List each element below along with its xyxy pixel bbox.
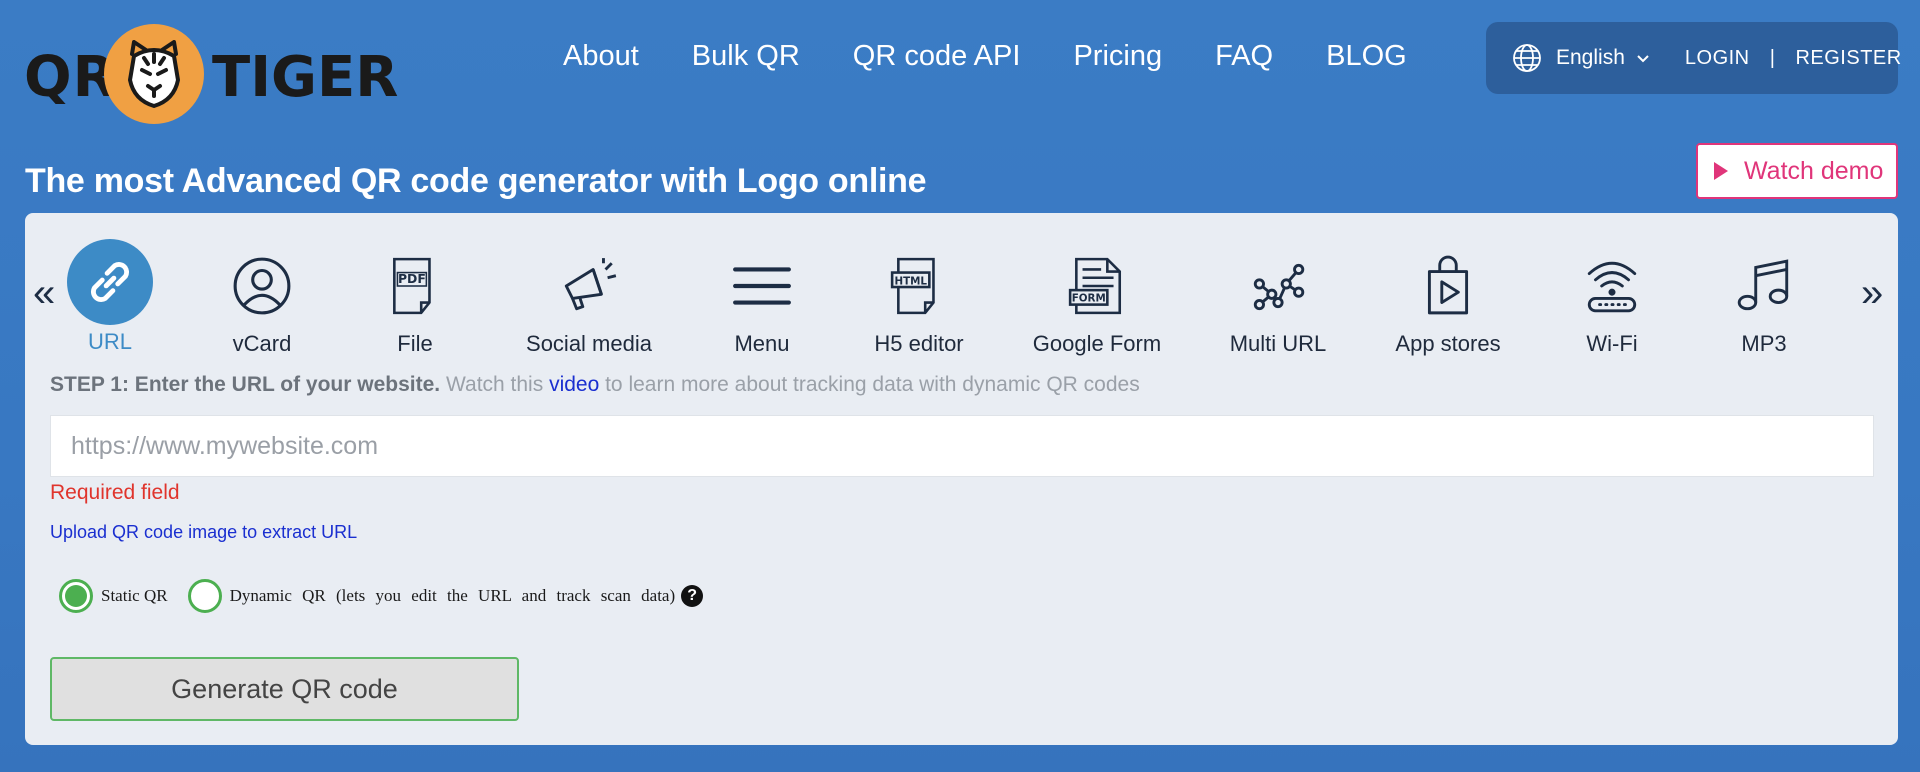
qr-type-social-media[interactable]: Social media	[519, 251, 659, 357]
watch-demo-button[interactable]: Watch demo	[1696, 143, 1898, 199]
nav-blog[interactable]: BLOG	[1326, 38, 1407, 78]
qr-type-google-form[interactable]: FORM Google Form	[1027, 251, 1167, 357]
qr-type-label: App stores	[1395, 331, 1501, 356]
video-link[interactable]: video	[549, 373, 599, 396]
qr-type-label: File	[397, 331, 433, 356]
logo-text-right: TIGER	[212, 45, 399, 110]
static-qr-label: Static QR	[101, 586, 168, 605]
dynamic-qr-radio[interactable]	[187, 579, 222, 613]
auth-links: LOGIN | REGISTER	[1685, 47, 1902, 70]
network-icon	[1243, 251, 1313, 321]
logo-text-left: QR	[24, 45, 117, 110]
qr-type-label: Social media	[526, 331, 652, 356]
svg-text:HTML: HTML	[894, 275, 927, 287]
nav-faq[interactable]: FAQ	[1215, 38, 1273, 78]
qr-type-label: Multi URL	[1229, 331, 1327, 356]
chevron-down-icon	[1637, 55, 1649, 63]
qr-type-label: H5 editor	[874, 331, 964, 356]
form-icon: FORM	[1062, 251, 1132, 321]
main-nav: About Bulk QR QR code API Pricing FAQ BL…	[563, 38, 1460, 78]
login-link[interactable]: LOGIN	[1685, 47, 1750, 69]
qr-type-mp3[interactable]: MP3	[1694, 251, 1834, 357]
auth-separator: |	[1769, 46, 1776, 69]
step-title: STEP 1: Enter the URL of your website.	[50, 373, 441, 396]
qr-type-label: vCard	[232, 331, 292, 356]
qr-type-label: Wi-Fi	[1586, 331, 1638, 356]
register-link[interactable]: REGISTER	[1795, 47, 1901, 69]
wifi-router-icon	[1577, 251, 1647, 321]
language-selector[interactable]: English	[1512, 43, 1651, 73]
qr-tiger-logo[interactable]: QR TIGER	[24, 22, 398, 126]
html-file-icon: HTML	[884, 251, 954, 321]
qr-mode-selector: Static QR Dynamic QR (lets you edit the …	[59, 579, 704, 613]
qr-type-url[interactable]: URL	[40, 239, 180, 355]
dynamic-qr-label: Dynamic QR (lets you edit the URL and tr…	[229, 586, 676, 605]
account-bar: English LOGIN | REGISTER	[1486, 22, 1901, 94]
page-headline: The most Advanced QR code generator with…	[25, 162, 927, 200]
qr-type-multi-url[interactable]: Multi URL	[1208, 251, 1348, 357]
app-store-bag-icon	[1413, 251, 1483, 321]
qr-type-label: MP3	[1741, 331, 1787, 356]
help-icon[interactable]: ?	[681, 585, 704, 607]
generator-panel: « » URL vCard PDF File Social media Menu…	[25, 213, 1898, 745]
qr-type-file[interactable]: PDF File	[345, 251, 485, 357]
pdf-file-icon: PDF	[380, 251, 450, 321]
link-icon	[67, 239, 153, 325]
required-field-error: Required field	[50, 481, 180, 504]
nav-bulk-qr[interactable]: Bulk QR	[692, 38, 800, 78]
qr-type-wifi[interactable]: Wi-Fi	[1542, 251, 1682, 357]
watch-demo-label: Watch demo	[1744, 156, 1884, 185]
qr-type-vcard[interactable]: vCard	[192, 251, 332, 357]
qr-type-menu[interactable]: Menu	[692, 251, 832, 357]
step-instructions: STEP 1: Enter the URL of your website. W…	[50, 373, 1140, 397]
globe-icon	[1513, 44, 1541, 72]
step-text-pre: Watch this	[440, 373, 550, 396]
tiger-face-icon	[104, 24, 204, 124]
static-qr-radio[interactable]	[59, 579, 93, 613]
music-note-icon	[1729, 251, 1799, 321]
nav-about[interactable]: About	[563, 38, 639, 78]
qr-type-label: URL	[87, 329, 132, 354]
play-icon	[1714, 162, 1728, 180]
upload-qr-image-link[interactable]: Upload QR code image to extract URL	[50, 522, 357, 543]
url-input[interactable]	[50, 415, 1874, 477]
megaphone-icon	[554, 251, 624, 321]
menu-icon	[727, 251, 797, 321]
step-text-post: to learn more about tracking data with d…	[599, 373, 1140, 396]
qr-type-carousel: URL vCard PDF File Social media Menu HTM…	[25, 213, 1898, 363]
qr-type-label: Google Form	[1032, 331, 1162, 356]
qr-type-label: Menu	[734, 331, 790, 356]
nav-pricing[interactable]: Pricing	[1073, 38, 1162, 78]
language-label: English	[1556, 46, 1625, 69]
person-icon	[227, 251, 297, 321]
qr-type-h5-editor[interactable]: HTML H5 editor	[849, 251, 989, 357]
nav-qr-code-api[interactable]: QR code API	[853, 38, 1021, 78]
generate-qr-button[interactable]: Generate QR code	[50, 657, 519, 721]
svg-text:FORM: FORM	[1072, 293, 1106, 305]
qr-type-app-stores[interactable]: App stores	[1378, 251, 1518, 357]
